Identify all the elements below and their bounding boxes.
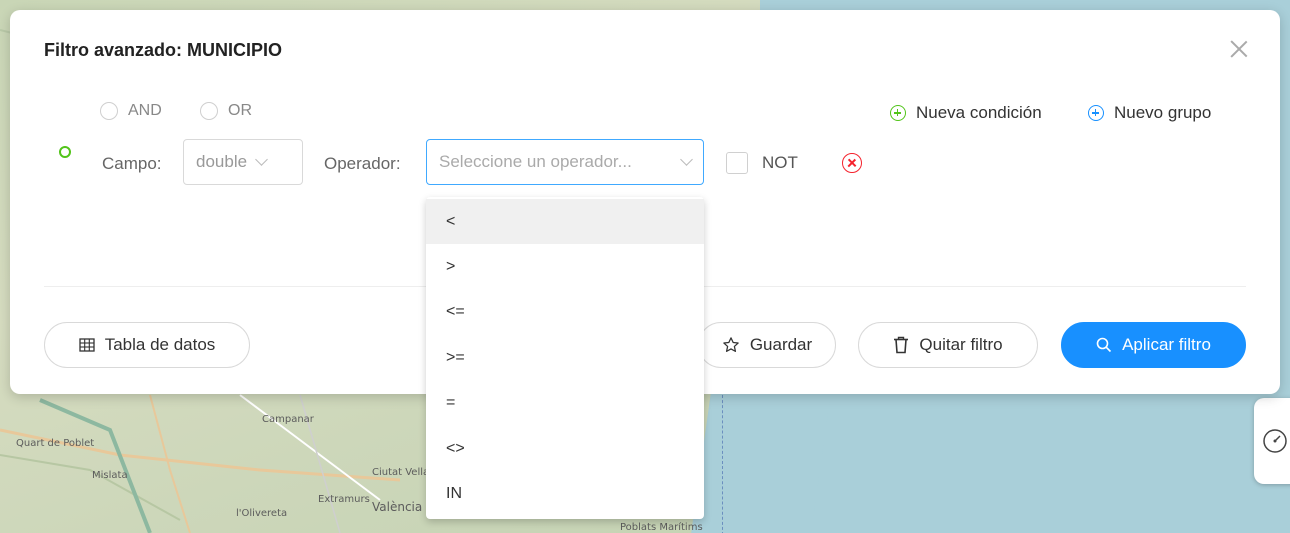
clear-filter-label: Quitar filtro <box>919 335 1003 354</box>
condition-marker-icon <box>59 146 71 158</box>
save-label: Guardar <box>749 335 813 354</box>
data-table-button[interactable]: Tabla de datos <box>44 322 250 368</box>
map-boundary-line <box>722 395 723 533</box>
new-condition-button[interactable]: Nueva condición <box>890 103 1042 123</box>
trash-icon <box>894 336 909 354</box>
radio-circle-and[interactable] <box>100 102 118 120</box>
plus-circle-icon <box>1088 105 1104 121</box>
chevron-down-icon <box>680 153 693 166</box>
speedometer-icon[interactable] <box>1262 428 1288 454</box>
map-label-valencia: València <box>372 500 423 514</box>
radio-circle-or[interactable] <box>200 102 218 120</box>
operator-select-placeholder: Seleccione un operador... <box>439 152 632 171</box>
field-select-value: double <box>196 152 248 171</box>
apply-filter-button[interactable]: Aplicar filtro <box>1061 322 1246 368</box>
apply-filter-label: Aplicar filtro <box>1122 335 1211 354</box>
modal-title: Filtro avanzado: MUNICIPIO <box>44 40 283 60</box>
map-label-campanar: Campanar <box>262 414 314 425</box>
operator-option-gte[interactable]: >= <box>426 335 704 380</box>
field-label: Campo: <box>102 154 162 173</box>
not-checkbox-box[interactable] <box>726 152 748 174</box>
not-checkbox[interactable]: NOT <box>726 152 798 174</box>
operator-label: Operador: <box>324 154 401 173</box>
map-side-widget[interactable] <box>1254 398 1290 484</box>
table-icon <box>79 338 95 352</box>
operator-option-gt[interactable]: > <box>426 244 704 289</box>
operator-option-lte[interactable]: <= <box>426 290 704 335</box>
operator-dropdown: < > <= >= = <> IN <box>426 197 704 519</box>
operator-option-in[interactable]: IN <box>426 471 704 516</box>
not-checkbox-label: NOT <box>762 153 798 172</box>
operator-option-eq[interactable]: = <box>426 381 704 426</box>
chevron-down-icon <box>255 153 268 166</box>
remove-condition-icon[interactable] <box>842 153 862 173</box>
radio-or[interactable]: OR <box>200 102 252 120</box>
new-group-button[interactable]: Nuevo grupo <box>1088 103 1211 123</box>
clear-filter-button[interactable]: Quitar filtro <box>858 322 1038 368</box>
save-button[interactable]: Guardar <box>698 322 836 368</box>
operator-select[interactable]: Seleccione un operador... <box>426 139 704 185</box>
close-icon[interactable] <box>1228 38 1250 60</box>
map-label-mislata: Mislata <box>92 470 128 481</box>
data-table-label: Tabla de datos <box>104 335 216 354</box>
map-label-olivereta: l'Olivereta <box>236 508 288 519</box>
plus-circle-icon <box>890 105 906 121</box>
map-label-ciutat-vella: Ciutat Vella <box>372 467 430 478</box>
operator-option-lt[interactable]: < <box>426 199 704 245</box>
radio-or-label: OR <box>228 102 252 119</box>
operator-option-neq[interactable]: <> <box>426 426 704 471</box>
radio-and-label: AND <box>128 102 162 119</box>
map-label-poblats: Poblats Marítims <box>620 522 703 533</box>
star-icon <box>723 337 739 353</box>
new-group-label: Nuevo grupo <box>1114 103 1212 122</box>
field-select[interactable]: double <box>183 139 303 185</box>
map-label-extramurs: Extramurs <box>318 494 370 505</box>
new-condition-label: Nueva condición <box>916 103 1042 122</box>
search-icon <box>1096 337 1112 353</box>
map-label-quart: Quart de Poblet <box>16 438 95 449</box>
radio-and[interactable]: AND <box>100 102 162 120</box>
